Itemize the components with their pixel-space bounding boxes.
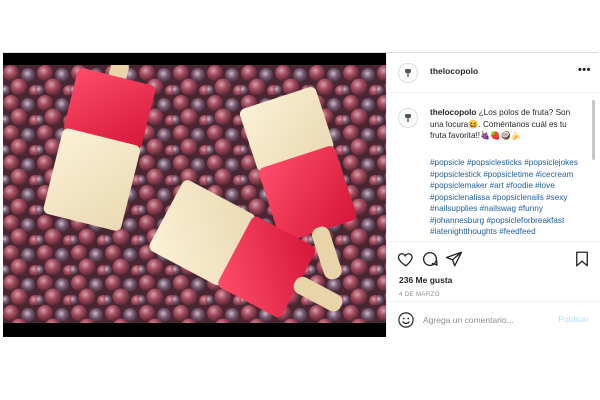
avatar[interactable] bbox=[398, 63, 418, 83]
hashtag-link[interactable]: #johannesburg bbox=[430, 216, 484, 225]
comment-bar: Publicar bbox=[387, 301, 599, 337]
like-count[interactable]: 236 Me gusta bbox=[399, 275, 452, 285]
hashtag-link[interactable]: #popsiclejokes bbox=[524, 158, 578, 167]
hashtag-link[interactable]: #popsiclestick bbox=[430, 170, 481, 179]
smiley-icon[interactable] bbox=[397, 311, 415, 329]
hashtag-link[interactable]: #popsicle bbox=[430, 158, 465, 167]
hashtag-link[interactable]: #popsicletime bbox=[483, 170, 533, 179]
hashtag-link[interactable]: #nailsupplies bbox=[430, 204, 477, 213]
hashtag-link[interactable]: #funny bbox=[518, 204, 543, 213]
hashtag-link[interactable]: #foodie bbox=[506, 181, 533, 190]
hashtag-link[interactable]: #popsiclenails bbox=[492, 193, 543, 202]
post-date[interactable]: 4 DE MARZO bbox=[399, 291, 440, 298]
heart-icon[interactable] bbox=[397, 250, 415, 268]
caption-text: thelocopolo ¿Los polos de fruta? Son una… bbox=[430, 107, 582, 142]
more-options-icon[interactable]: ••• bbox=[578, 64, 591, 76]
hashtag-link[interactable]: #art bbox=[490, 181, 504, 190]
comment-bubble-icon[interactable] bbox=[421, 250, 439, 268]
post-sidebar: thelocopolo ••• thelocopolo ¿Los polos d… bbox=[386, 53, 599, 337]
caption-avatar[interactable] bbox=[398, 108, 418, 128]
hashtag-link[interactable]: #sexy bbox=[546, 193, 567, 202]
publish-button[interactable]: Publicar bbox=[558, 314, 589, 324]
caption-section: thelocopolo ¿Los polos de fruta? Son una… bbox=[387, 94, 599, 241]
bookmark-icon[interactable] bbox=[573, 250, 591, 268]
hashtag-link[interactable]: #icecream bbox=[536, 170, 574, 179]
caption-username[interactable]: thelocopolo bbox=[430, 108, 476, 117]
caption-scrollbar[interactable] bbox=[592, 100, 595, 160]
post-actions: 236 Me gusta 4 DE MARZO bbox=[387, 241, 599, 301]
hashtag-link[interactable]: #feedfeed bbox=[499, 227, 535, 236]
post-header: thelocopolo ••• bbox=[387, 53, 599, 93]
hashtag-link[interactable]: #popsiclesticks bbox=[467, 158, 522, 167]
hashtag-list: #popsicle #popsiclesticks #popsiclejokes… bbox=[430, 157, 590, 238]
hashtag-link[interactable]: #popsiclenalissa bbox=[430, 193, 490, 202]
comment-input[interactable] bbox=[423, 311, 543, 329]
post-media[interactable] bbox=[3, 53, 386, 337]
hashtag-link[interactable]: #nailswag bbox=[480, 204, 516, 213]
popsicle-photo bbox=[3, 65, 386, 323]
hashtag-link[interactable]: #love bbox=[535, 181, 555, 190]
username-link[interactable]: thelocopolo bbox=[430, 66, 478, 76]
hashtag-link[interactable]: #popsicleforbreakfast bbox=[486, 216, 564, 225]
instagram-post: thelocopolo ••• thelocopolo ¿Los polos d… bbox=[3, 52, 599, 337]
hashtag-link[interactable]: #popsiclemaker bbox=[430, 181, 487, 190]
paper-plane-icon[interactable] bbox=[445, 250, 463, 268]
hashtag-link[interactable]: #latenightthoughts bbox=[430, 227, 497, 236]
